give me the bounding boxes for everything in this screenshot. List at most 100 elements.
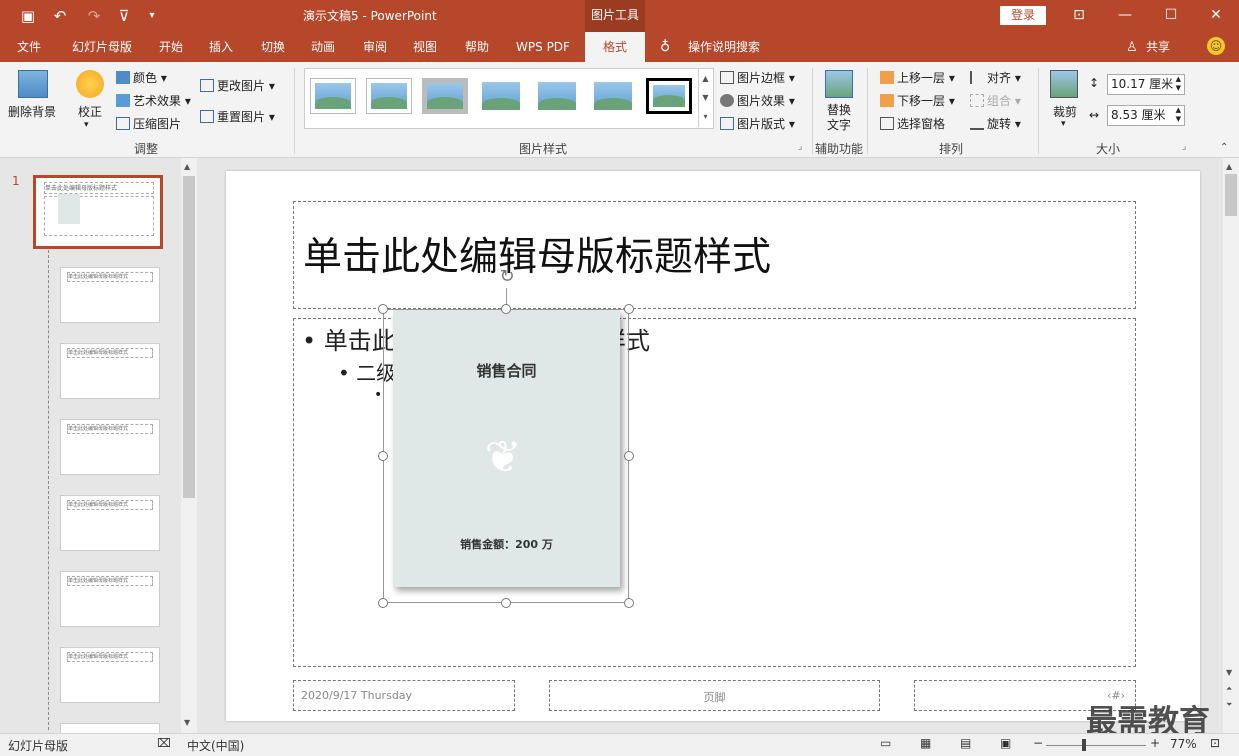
color-button[interactable]: 颜色 ▾ [116,69,167,86]
rotate-handle-icon[interactable]: ↻ [496,266,518,288]
alt-text-button[interactable]: 替换文字 [826,103,852,133]
master-thumbnail[interactable]: 单击此处编辑母版标题样式 [33,175,163,249]
compress-pictures-button[interactable]: 压缩图片 [116,115,181,132]
zoom-slider-thumb[interactable] [1082,739,1086,751]
scroll-down-icon[interactable]: ▼ [184,718,190,727]
send-backward-button[interactable]: 下移一层 ▾ [880,92,955,109]
resize-handle-s[interactable] [501,598,511,608]
undo-icon[interactable]: ↶ [48,4,72,28]
customize-quick-access-icon[interactable]: ▾ [140,4,164,28]
width-input[interactable]: 8.53 厘米 ▲ ▼ [1107,105,1185,126]
resize-handle-e[interactable] [624,451,634,461]
spellcheck-icon[interactable]: ⌧ [157,736,171,750]
resize-handle-nw[interactable] [378,304,388,314]
dialog-launcher-icon[interactable]: ⌟ [798,142,802,152]
sales-contract-picture[interactable]: 销售合同 ❦ 销售金额：200 万 [393,310,620,587]
zoom-level[interactable]: 77% [1170,737,1197,751]
tell-me-search[interactable]: 操作说明搜索 [684,32,764,62]
picture-effects-button[interactable]: 图片效果 ▾ [720,92,795,109]
canvas-scrollbar[interactable]: ▲ ▼ ⏶ ⏷ [1223,158,1239,733]
scroll-down-icon[interactable]: ▼ [1226,668,1232,677]
language-status[interactable]: 中文(中国) [187,737,244,754]
login-button[interactable]: 登录 [1000,6,1046,25]
layout-thumbnail[interactable] [60,723,160,733]
share-button[interactable]: 共享 [1142,32,1174,62]
bring-forward-button[interactable]: 上移一层 ▾ [880,69,955,86]
picture-style-6[interactable] [590,78,636,114]
save-icon[interactable]: ▣ [16,4,40,28]
present-icon[interactable]: ⊽ [112,4,136,28]
tab-view[interactable]: 视图 [404,32,446,62]
maximize-button[interactable]: ☐ [1148,0,1194,32]
picture-style-7[interactable] [646,78,692,114]
picture-border-button[interactable]: 图片边框 ▾ [720,69,795,86]
scroll-thumb[interactable] [1225,174,1237,216]
layout-thumbnail[interactable]: 单击此处编辑母版标题样式 [60,419,160,475]
picture-layout-button[interactable]: 图片版式 ▾ [720,115,795,132]
slide-sorter-icon[interactable]: ▦ [920,736,931,750]
resize-handle-se[interactable] [624,598,634,608]
align-button[interactable]: 对齐 ▾ [970,69,1021,86]
tab-animations[interactable]: 动画 [302,32,344,62]
change-picture-button[interactable]: 更改图片 ▾ [200,77,275,94]
collapse-ribbon-icon[interactable]: ⌃ [1220,142,1228,153]
artistic-effects-button[interactable]: 艺术效果 ▾ [116,92,191,109]
slideshow-icon[interactable]: ▣ [1000,736,1011,750]
group-button[interactable]: 组合 ▾ [970,92,1021,109]
rotate-button[interactable]: 旋转 ▾ [970,115,1021,132]
scroll-thumb[interactable] [183,176,195,498]
remove-background-button[interactable]: 删除背景 [8,103,56,120]
layout-thumbnail[interactable]: 单击此处编辑母版标题样式 [60,495,160,551]
picture-style-4[interactable] [478,78,524,114]
selection-pane-button[interactable]: 选择窗格 [880,115,945,132]
reading-view-icon[interactable]: ▤ [960,736,971,750]
resize-handle-sw[interactable] [378,598,388,608]
date-text: 2020/9/17 Thursday [301,689,413,702]
tab-transitions[interactable]: 切换 [252,32,294,62]
size-dialog-launcher-icon[interactable]: ⌟ [1182,142,1186,152]
slide[interactable]: 单击此处编辑母版标题样式 • 单击此 样式 • 二级 • 2020/9/17 T… [226,171,1200,721]
title-placeholder[interactable]: 单击此处编辑母版标题样式 [293,201,1136,309]
zoom-slider[interactable] [1046,745,1146,746]
next-slide-icon[interactable]: ⏷ [1226,700,1232,710]
ribbon-display-options-icon[interactable]: ⊡ [1056,0,1102,32]
tab-slide-master[interactable]: 幻灯片母版 [62,32,142,62]
resize-handle-ne[interactable] [624,304,634,314]
date-placeholder[interactable]: 2020/9/17 Thursday [293,680,515,711]
corrections-button[interactable]: 校正 [78,103,102,120]
picture-style-5[interactable] [534,78,580,114]
crop-button[interactable]: 裁剪 [1053,103,1077,120]
redo-icon[interactable]: ↷ [82,4,106,28]
picture-style-2[interactable] [366,78,412,114]
zoom-out-button[interactable]: − [1033,736,1043,750]
zoom-in-button[interactable]: + [1150,736,1160,750]
layout-thumbnail[interactable]: 单击此处编辑母版标题样式 [60,343,160,399]
layout-thumbnail[interactable]: 单击此处编辑母版标题样式 [60,647,160,703]
smiley-feedback-icon[interactable]: ☺ [1207,37,1225,55]
picture-style-3[interactable] [422,78,468,114]
layout-thumbnail[interactable]: 单击此处编辑母版标题样式 [60,571,160,627]
layout-thumbnail[interactable]: 单击此处编辑母版标题样式 [60,267,160,323]
tab-wps-pdf[interactable]: WPS PDF [508,32,578,62]
tab-review[interactable]: 审阅 [354,32,396,62]
picture-style-1[interactable] [310,78,356,114]
previous-slide-icon[interactable]: ⏶ [1226,684,1232,694]
thumbnail-scrollbar[interactable]: ▲ ▼ [181,158,197,733]
tab-insert[interactable]: 插入 [200,32,242,62]
normal-view-icon[interactable]: ▭ [880,736,891,750]
reset-picture-button[interactable]: 重置图片 ▾ [200,108,275,125]
scroll-up-icon[interactable]: ▲ [184,162,190,171]
height-input[interactable]: 10.17 厘米 ▲ ▼ [1107,74,1185,95]
tab-home[interactable]: 开始 [150,32,192,62]
gallery-scroll-buttons[interactable]: ▲ ▼ ▾ [698,69,712,127]
resize-handle-w[interactable] [378,451,388,461]
footer-placeholder[interactable]: 页脚 [549,680,880,711]
fit-to-window-icon[interactable]: ⊡ [1210,736,1220,750]
tab-help[interactable]: 帮助 [456,32,498,62]
close-button[interactable]: ✕ [1193,0,1239,32]
scroll-up-icon[interactable]: ▲ [1226,162,1232,171]
resize-handle-n[interactable] [501,304,511,314]
minimize-button[interactable]: — [1102,0,1148,32]
tab-format[interactable]: 格式 [585,32,645,62]
tab-file[interactable]: 文件 [8,32,50,62]
